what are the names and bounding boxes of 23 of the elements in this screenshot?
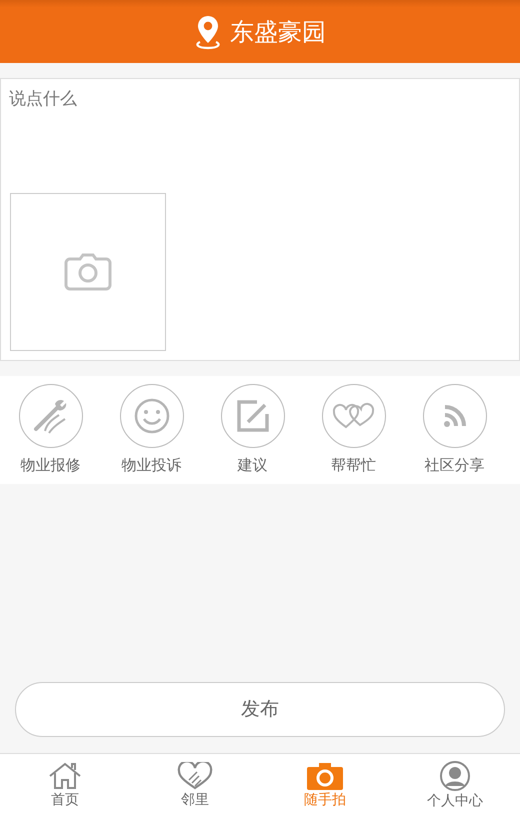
post-editor[interactable]: 说点什么 [0,78,520,361]
category-label: 帮帮忙 [331,454,376,476]
feed-icon [442,402,468,429]
category-label: 物业投诉 [122,454,182,476]
camera-icon [64,253,112,291]
add-photo-button[interactable] [10,193,166,351]
tab-bar-item[interactable]: 邻里 [130,754,260,818]
location-pin-icon [194,14,222,50]
smiley-icon [132,396,170,435]
edit-icon [234,398,270,434]
handshake-heart-icon [177,762,213,790]
publish-button[interactable]: 发布 [15,682,505,737]
category-label: 物业报修 [20,454,80,476]
home-icon [48,762,82,790]
tab-bar-item[interactable]: 首页 [0,754,130,818]
user-avatar-icon [440,760,470,790]
category-label: 社区分享 [424,454,484,476]
category-label: 建议 [238,454,268,476]
camera-icon [307,762,343,790]
tab-bar-item[interactable]: 随手拍 [260,754,390,818]
hearts-icon [332,400,376,431]
page-title: 东盛豪园 [230,16,326,48]
tab-bar-item[interactable]: 个人中心 [390,754,520,818]
